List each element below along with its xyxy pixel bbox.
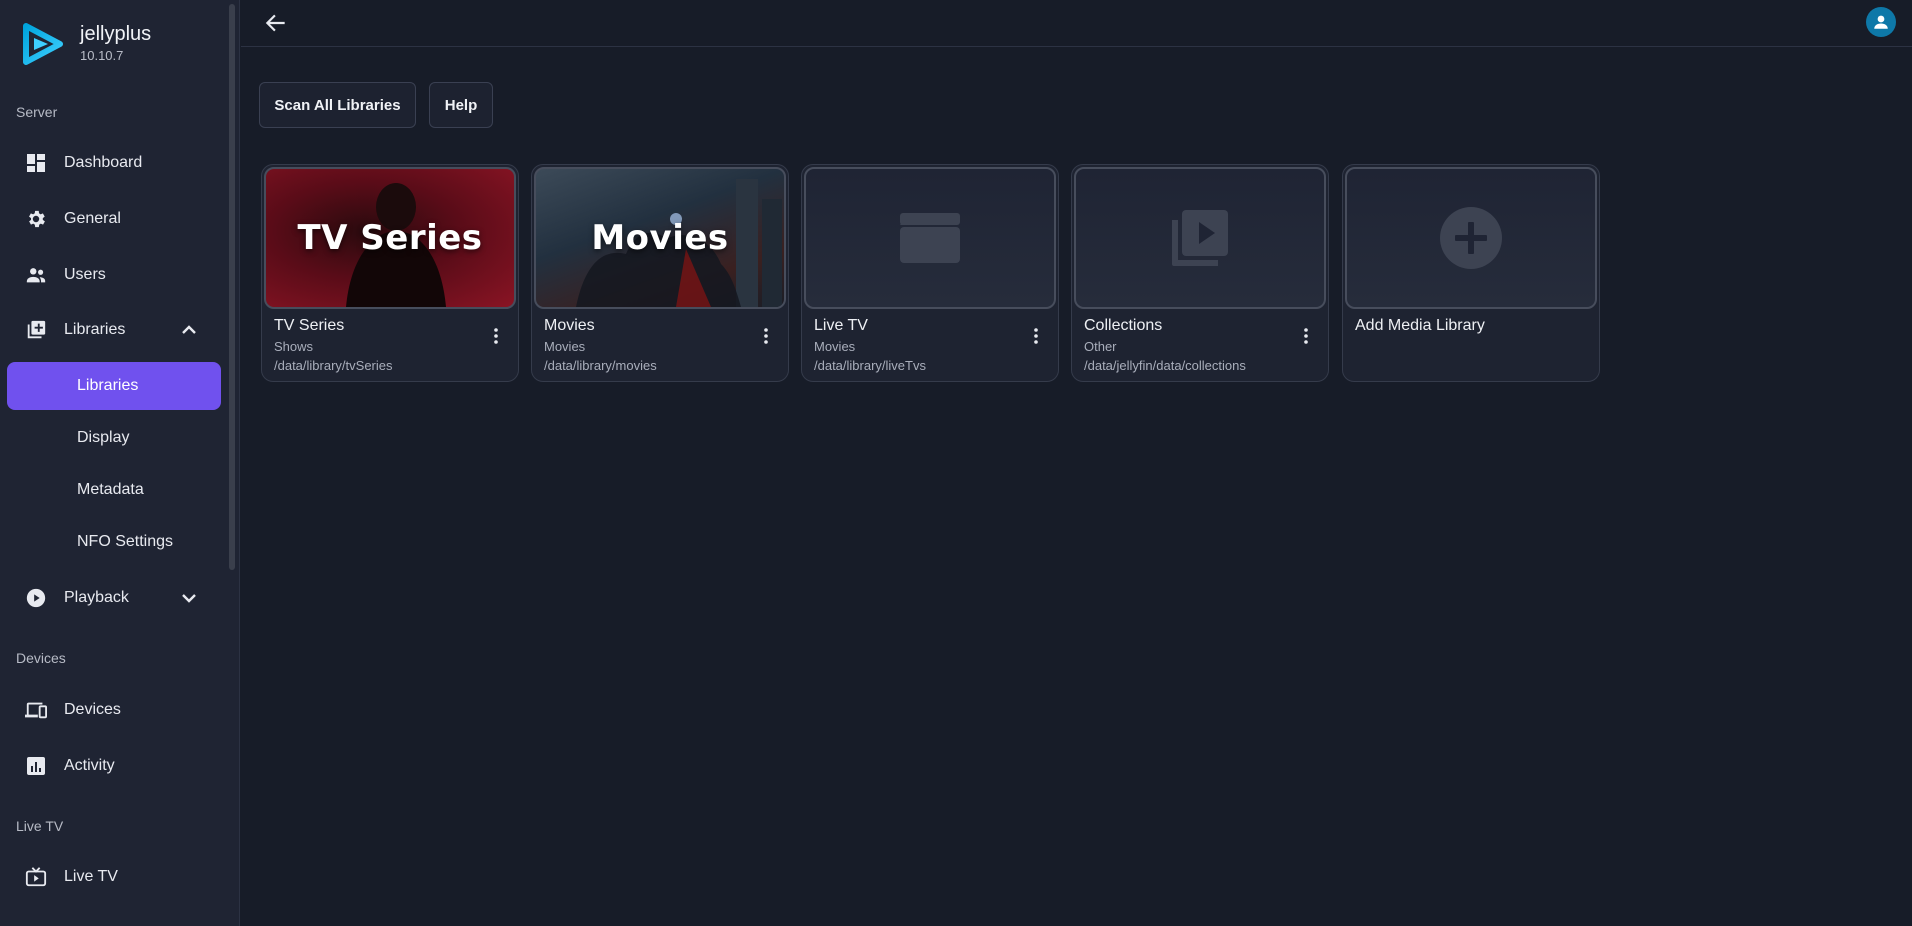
sidebar-item-label: Libraries xyxy=(77,377,139,394)
sidebar-item-playback[interactable]: Playback xyxy=(7,574,221,622)
sidebar: jellyplus 10.10.7 Server Dashboard Gener… xyxy=(0,0,240,926)
section-server-label: Server xyxy=(16,104,58,120)
sidebar-item-livetv[interactable]: Live TV xyxy=(7,853,221,901)
sidebar-item-users[interactable]: Users xyxy=(7,251,221,299)
library-name: Collections xyxy=(1084,317,1163,334)
sidebar-item-devices[interactable]: Devices xyxy=(7,686,221,734)
library-type: Shows xyxy=(274,339,314,354)
sidebar-item-label: NFO Settings xyxy=(77,533,174,550)
scan-all-libraries-button[interactable]: Scan All Libraries xyxy=(259,82,416,128)
library-type: Movies xyxy=(544,339,586,354)
sidebar-scrollbar[interactable] xyxy=(229,4,235,570)
add-media-library-label: Add Media Library xyxy=(1355,317,1485,334)
add-circle-icon xyxy=(1440,207,1502,269)
library-name: Movies xyxy=(544,317,595,334)
more-vert-icon[interactable] xyxy=(1028,325,1044,347)
add-media-library-card[interactable]: Add Media Library xyxy=(1342,164,1600,382)
jellyplus-logo-icon xyxy=(23,23,63,65)
more-vert-icon[interactable] xyxy=(758,325,774,347)
library-type: Other xyxy=(1084,339,1117,354)
library-path: /data/library/movies xyxy=(544,358,657,373)
help-button[interactable]: Help xyxy=(429,82,493,128)
play-circle-icon xyxy=(24,586,48,610)
devices-icon xyxy=(24,698,48,722)
chevron-up-icon[interactable] xyxy=(177,318,201,342)
sidebar-item-nfo-settings[interactable]: NFO Settings xyxy=(7,518,221,566)
dashboard-icon xyxy=(24,151,48,175)
add-library-tile[interactable] xyxy=(1345,167,1597,309)
user-icon xyxy=(1874,15,1888,29)
sidebar-item-label: Libraries xyxy=(64,321,126,338)
tv-series-poster[interactable]: TV Series xyxy=(264,167,516,309)
section-devices-label: Devices xyxy=(16,650,66,666)
sidebar-item-dashboard[interactable]: Dashboard xyxy=(7,139,221,187)
library-card-collections[interactable]: Collections Other /data/jellyfin/data/co… xyxy=(1071,164,1329,382)
library-add-icon xyxy=(24,318,48,342)
sidebar-item-general[interactable]: General xyxy=(7,195,221,243)
library-card-tv-series[interactable]: TV Series TV Series Shows /data/library/… xyxy=(261,164,519,382)
sidebar-item-label: Dashboard xyxy=(64,154,143,171)
sidebar-item-label: Activity xyxy=(64,757,115,774)
back-arrow-icon[interactable] xyxy=(263,10,289,36)
library-type: Movies xyxy=(814,339,856,354)
sidebar-item-libraries-sub[interactable]: Libraries xyxy=(7,362,221,410)
library-path: /data/library/tvSeries xyxy=(274,358,393,373)
section-livetv-label: Live TV xyxy=(16,818,64,834)
sidebar-item-display[interactable]: Display xyxy=(7,414,221,462)
more-vert-icon[interactable] xyxy=(1298,325,1314,347)
collections-icon xyxy=(1172,210,1228,266)
library-card-movies[interactable]: Movies Movies Movies /data/library/movie… xyxy=(531,164,789,382)
sidebar-item-metadata[interactable]: Metadata xyxy=(7,466,221,514)
sidebar-item-label: Display xyxy=(77,429,130,446)
library-name: TV Series xyxy=(274,317,345,334)
app-name: jellyplus xyxy=(80,23,152,45)
users-icon xyxy=(24,263,48,287)
poster-title: TV Series xyxy=(297,218,483,258)
sidebar-item-label: Live TV xyxy=(64,868,118,885)
sidebar-item-label: General xyxy=(64,210,121,227)
library-path: /data/jellyfin/data/collections xyxy=(1084,358,1246,373)
brand[interactable]: jellyplus 10.10.7 xyxy=(20,20,151,68)
collections-poster[interactable] xyxy=(1074,167,1326,309)
sidebar-item-label: Users xyxy=(64,266,106,283)
library-name: Live TV xyxy=(814,317,868,334)
sidebar-item-label: Metadata xyxy=(77,481,144,498)
activity-chart-icon xyxy=(24,754,48,778)
top-bar xyxy=(241,0,1912,47)
poster-title: Movies xyxy=(591,218,729,258)
sidebar-item-label: Devices xyxy=(64,701,121,718)
movies-poster[interactable]: Movies xyxy=(534,167,786,309)
sidebar-item-libraries[interactable]: Libraries xyxy=(7,306,221,354)
live-tv-icon xyxy=(24,865,48,889)
clapperboard-icon xyxy=(900,213,960,263)
sidebar-item-activity[interactable]: Activity xyxy=(7,742,221,790)
library-card-live-tv[interactable]: Live TV Movies /data/library/liveTvs xyxy=(801,164,1059,382)
sidebar-item-label: Playback xyxy=(64,589,129,606)
library-path: /data/library/liveTvs xyxy=(814,358,926,373)
gear-icon xyxy=(24,207,48,231)
chevron-down-icon[interactable] xyxy=(177,586,201,610)
user-avatar[interactable] xyxy=(1866,7,1896,37)
more-vert-icon[interactable] xyxy=(488,325,504,347)
app-version: 10.10.7 xyxy=(80,48,124,63)
live-tv-poster[interactable] xyxy=(804,167,1056,309)
